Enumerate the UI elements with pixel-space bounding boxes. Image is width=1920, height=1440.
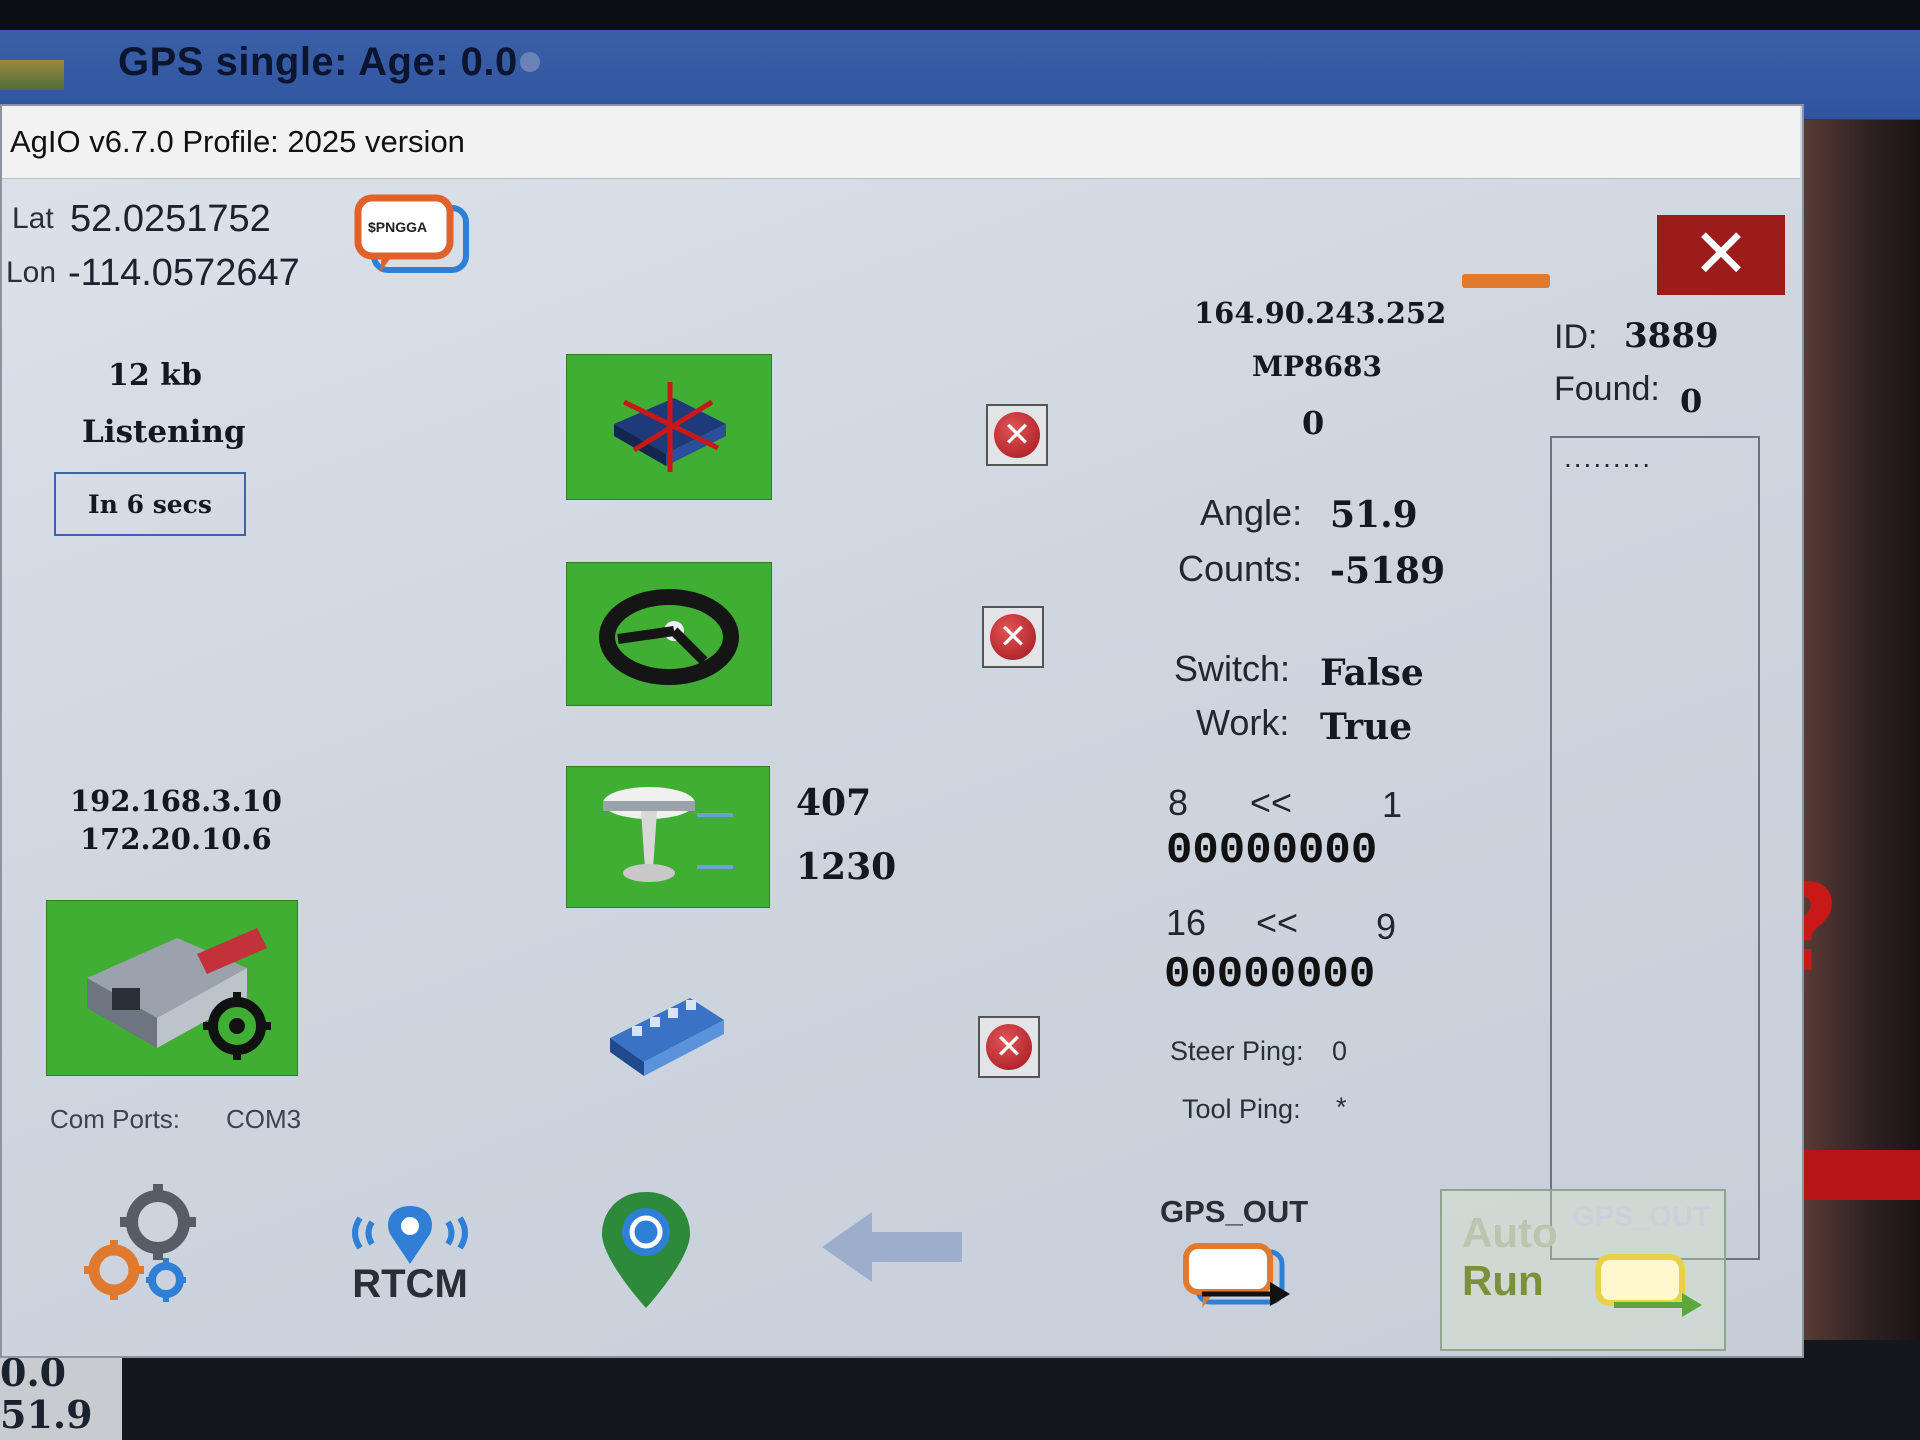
auto-run-gps-out-button[interactable]: Auto Run GPS_OUT xyxy=(1440,1189,1726,1351)
ntrip-countdown: In 6 secs xyxy=(88,489,212,519)
tool-ping-label: Tool Ping: xyxy=(1182,1094,1301,1124)
section-row1-arrow: << xyxy=(1250,782,1293,823)
nmea-message-icon[interactable]: $PNGGA xyxy=(354,194,472,286)
caster-count: 0 xyxy=(1302,404,1325,442)
com-ports-value: COM3 xyxy=(226,1104,302,1134)
bottom-left-value-2: 51.9 xyxy=(0,1392,93,1437)
auto-run-gps-out: GPS_OUT xyxy=(1572,1201,1711,1233)
imu-board-icon xyxy=(614,382,726,472)
section-row1-high: 8 xyxy=(1168,782,1189,823)
gps-out-send-icon xyxy=(1183,1243,1290,1308)
steering-wheel-icon xyxy=(599,589,739,685)
auto-send-arrow-icon xyxy=(1595,1254,1702,1317)
status-dot-icon xyxy=(520,52,540,72)
rtcm-button[interactable]: RTCM xyxy=(340,1198,480,1328)
id-value: 3889 xyxy=(1624,316,1719,356)
machine-relay-board-icon xyxy=(610,998,724,1076)
work-label: Work: xyxy=(1196,702,1290,743)
rtcm-broadcast-icon xyxy=(352,1206,468,1264)
close-circle-icon: ✕ xyxy=(990,614,1036,660)
tool-ping-value: * xyxy=(1336,1092,1347,1122)
ntrip-status: Listening xyxy=(82,414,246,450)
section-row2-arrow: << xyxy=(1256,902,1299,943)
section-row1-bits: 00000000 xyxy=(1166,826,1378,876)
machine-module-button[interactable] xyxy=(602,980,732,1090)
found-value: 0 xyxy=(1680,382,1703,420)
location-pin-icon xyxy=(602,1192,690,1308)
settings-gears-icon xyxy=(84,1184,196,1302)
angle-value: 51.9 xyxy=(1330,494,1418,536)
switch-label: Switch: xyxy=(1174,648,1291,689)
gps-in-count: 407 xyxy=(796,782,872,824)
counts-value: -5189 xyxy=(1330,550,1446,592)
ethernet-config-button[interactable] xyxy=(46,900,298,1076)
angle-label: Angle: xyxy=(1200,492,1303,533)
list-placeholder: ......... xyxy=(1564,442,1653,473)
steer-ping-label: Steer Ping: xyxy=(1170,1036,1304,1066)
steer-disconnected-button[interactable]: ✕ xyxy=(982,606,1044,668)
ethernet-module-icon xyxy=(87,928,271,1060)
imu-disconnected-button[interactable]: ✕ xyxy=(986,404,1048,466)
id-label: ID: xyxy=(1554,318,1598,356)
dialog-title: AgIO v6.7.0 Profile: 2025 version xyxy=(10,124,465,159)
network-ip-1: 192.168.3.10 xyxy=(70,784,282,818)
steer-module-button[interactable] xyxy=(566,562,772,706)
location-button[interactable] xyxy=(598,1188,694,1314)
lon-value: -114.0572647 xyxy=(68,252,300,294)
section-row1-low: 1 xyxy=(1382,784,1403,825)
settings-button[interactable] xyxy=(76,1180,216,1310)
lon-label: Lon xyxy=(6,256,57,289)
status-indicator xyxy=(0,60,64,90)
lat-label: Lat xyxy=(12,202,54,235)
switch-value: False xyxy=(1320,652,1424,694)
work-value: True xyxy=(1320,706,1413,748)
steer-ping-value: 0 xyxy=(1332,1036,1348,1066)
gps-antenna-icon xyxy=(603,787,733,882)
lat-value: 52.0251752 xyxy=(70,198,271,240)
gps-out-label: GPS_OUT xyxy=(1160,1194,1309,1229)
caster-ip: 164.90.243.252 xyxy=(1194,296,1447,330)
section-row2-low: 9 xyxy=(1376,906,1397,947)
back-arrow-icon xyxy=(822,1212,962,1282)
nmea-icon-text: $PNGGA xyxy=(368,219,427,235)
close-circle-icon: ✕ xyxy=(994,412,1040,458)
background-app-panel xyxy=(1800,120,1920,1420)
rtcm-label: RTCM xyxy=(352,1262,468,1306)
gps-out-button[interactable] xyxy=(1182,1242,1294,1322)
agio-dialog: AgIO v6.7.0 Profile: 2025 version Lat 52… xyxy=(0,104,1804,1358)
counts-label: Counts: xyxy=(1178,548,1303,589)
com-ports-label: Com Ports: xyxy=(50,1104,181,1134)
found-modules-list[interactable]: ......... xyxy=(1550,436,1760,1260)
auto-run-line1: Auto xyxy=(1462,1209,1558,1256)
ntrip-countdown-box[interactable]: In 6 secs xyxy=(54,472,246,536)
connection-indicator-bar xyxy=(1462,274,1550,288)
network-ip-2: 172.20.10.6 xyxy=(80,822,272,856)
machine-disconnected-button[interactable]: ✕ xyxy=(978,1016,1040,1078)
imu-module-button[interactable] xyxy=(566,354,772,500)
gps-status-title: GPS single: Age: 0.0 xyxy=(118,40,518,84)
gps-module-button[interactable] xyxy=(566,766,770,908)
close-dialog-button[interactable]: ✕ xyxy=(1657,215,1785,295)
caster-mount: MP8683 xyxy=(1252,350,1382,383)
found-label: Found: xyxy=(1554,370,1660,408)
back-button[interactable] xyxy=(812,1202,972,1292)
section-row2-high: 16 xyxy=(1166,902,1207,943)
ntrip-data-size: 12 kb xyxy=(108,358,202,393)
section-row2-bits: 00000000 xyxy=(1164,950,1376,1000)
close-x-icon: ✕ xyxy=(1692,215,1750,294)
dialog-title-bar: AgIO v6.7.0 Profile: 2025 version xyxy=(2,106,1800,179)
auto-run-line2: Run xyxy=(1462,1257,1544,1304)
gps-out-count: 1230 xyxy=(796,846,897,888)
close-circle-icon: ✕ xyxy=(986,1024,1032,1070)
